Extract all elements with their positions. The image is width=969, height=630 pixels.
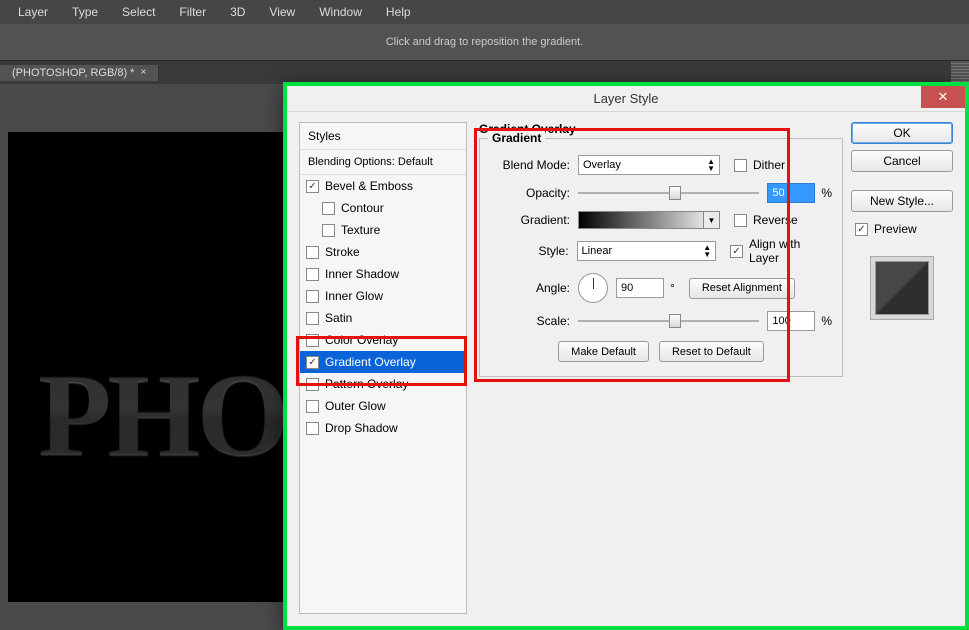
- ok-button[interactable]: OK: [851, 122, 953, 144]
- preview-checkbox[interactable]: [855, 223, 868, 236]
- panel-grip-icon[interactable]: [951, 61, 969, 85]
- style-checkbox[interactable]: [306, 400, 319, 413]
- style-item-satin[interactable]: Satin: [300, 307, 466, 329]
- menu-help[interactable]: Help: [376, 5, 421, 19]
- style-item-inner-shadow[interactable]: Inner Shadow: [300, 263, 466, 285]
- document-tab[interactable]: (PHOTOSHOP, RGB/8) * ×: [0, 65, 159, 81]
- make-default-button[interactable]: Make Default: [558, 341, 649, 362]
- app-menubar: Layer Type Select Filter 3D View Window …: [0, 0, 969, 24]
- scale-input[interactable]: 100: [767, 311, 815, 331]
- style-item-label: Bevel & Emboss: [325, 179, 413, 193]
- dialog-title: Layer Style: [593, 91, 658, 106]
- style-label: Style:: [490, 244, 577, 258]
- reverse-label: Reverse: [753, 213, 798, 227]
- blend-mode-select[interactable]: Overlay▲▼: [578, 155, 720, 175]
- dither-checkbox[interactable]: [734, 159, 747, 172]
- gradient-label: Gradient:: [490, 213, 578, 227]
- style-checkbox[interactable]: [306, 356, 319, 369]
- menu-type[interactable]: Type: [62, 5, 108, 19]
- document-tab-label: (PHOTOSHOP, RGB/8) *: [12, 67, 134, 79]
- style-item-color-overlay[interactable]: Color Overlay: [300, 329, 466, 351]
- style-select[interactable]: Linear▲▼: [577, 241, 717, 261]
- style-checkbox[interactable]: [306, 334, 319, 347]
- gradient-group: Gradient Blend Mode: Overlay▲▼ Dither Op…: [479, 138, 843, 377]
- style-item-outer-glow[interactable]: Outer Glow: [300, 395, 466, 417]
- new-style-button[interactable]: New Style...: [851, 190, 953, 212]
- reverse-checkbox[interactable]: [734, 214, 747, 227]
- dither-label: Dither: [753, 158, 785, 172]
- pct-label: %: [821, 186, 832, 200]
- style-checkbox[interactable]: [306, 268, 319, 281]
- options-hint: Click and drag to reposition the gradien…: [386, 36, 584, 48]
- menu-view[interactable]: View: [259, 5, 305, 19]
- dialog-side-buttons: OK Cancel New Style... Preview: [851, 122, 953, 614]
- blend-mode-label: Blend Mode:: [490, 158, 578, 172]
- blending-options-header[interactable]: Blending Options: Default: [300, 150, 466, 175]
- align-checkbox[interactable]: [730, 245, 743, 258]
- style-item-label: Color Overlay: [325, 333, 398, 347]
- menu-select[interactable]: Select: [112, 5, 165, 19]
- opacity-slider[interactable]: [578, 184, 759, 202]
- style-checkbox[interactable]: [306, 378, 319, 391]
- layer-style-dialog: Layer Style ✕ Styles Blending Options: D…: [283, 82, 969, 630]
- scale-slider[interactable]: [578, 312, 759, 330]
- deg-label: °: [670, 281, 675, 295]
- pct-label-2: %: [821, 314, 832, 328]
- style-item-pattern-overlay[interactable]: Pattern Overlay: [300, 373, 466, 395]
- style-item-label: Stroke: [325, 245, 360, 259]
- gradient-picker[interactable]: ▼: [578, 211, 720, 229]
- settings-panel: Gradient Overlay Gradient Blend Mode: Ov…: [467, 122, 851, 614]
- style-item-label: Texture: [341, 223, 380, 237]
- group-legend: Gradient: [488, 131, 545, 145]
- style-item-label: Gradient Overlay: [325, 355, 416, 369]
- style-checkbox[interactable]: [306, 180, 319, 193]
- document-tabbar: (PHOTOSHOP, RGB/8) * ×: [0, 60, 969, 84]
- options-bar: Click and drag to reposition the gradien…: [0, 24, 969, 60]
- close-icon[interactable]: ×: [140, 67, 146, 78]
- reset-alignment-button[interactable]: Reset Alignment: [689, 278, 795, 299]
- style-checkbox[interactable]: [306, 422, 319, 435]
- menu-layer[interactable]: Layer: [8, 5, 58, 19]
- menu-3d[interactable]: 3D: [220, 5, 255, 19]
- style-item-label: Contour: [341, 201, 384, 215]
- style-item-gradient-overlay[interactable]: Gradient Overlay: [300, 351, 466, 373]
- style-item-texture[interactable]: Texture: [300, 219, 466, 241]
- angle-label: Angle:: [490, 281, 578, 295]
- style-checkbox[interactable]: [322, 224, 335, 237]
- style-item-label: Pattern Overlay: [325, 377, 408, 391]
- style-item-bevel-emboss[interactable]: Bevel & Emboss: [300, 175, 466, 197]
- style-item-stroke[interactable]: Stroke: [300, 241, 466, 263]
- style-item-inner-glow[interactable]: Inner Glow: [300, 285, 466, 307]
- style-item-label: Satin: [325, 311, 352, 325]
- preview-thumbnail: [870, 256, 934, 320]
- style-item-contour[interactable]: Contour: [300, 197, 466, 219]
- style-item-label: Drop Shadow: [325, 421, 398, 435]
- style-item-label: Inner Shadow: [325, 267, 399, 281]
- opacity-label: Opacity:: [490, 186, 578, 200]
- style-checkbox[interactable]: [306, 290, 319, 303]
- dialog-title-bar[interactable]: Layer Style ✕: [287, 86, 965, 112]
- opacity-input[interactable]: 50: [767, 183, 815, 203]
- style-checkbox[interactable]: [306, 312, 319, 325]
- style-checkbox[interactable]: [322, 202, 335, 215]
- cancel-button[interactable]: Cancel: [851, 150, 953, 172]
- reset-default-button[interactable]: Reset to Default: [659, 341, 764, 362]
- style-item-label: Outer Glow: [325, 399, 386, 413]
- preview-label: Preview: [874, 222, 917, 236]
- align-label: Align with Layer: [749, 237, 832, 265]
- angle-dial[interactable]: [578, 273, 608, 303]
- menu-window[interactable]: Window: [309, 5, 372, 19]
- style-checkbox[interactable]: [306, 246, 319, 259]
- dialog-close-button[interactable]: ✕: [921, 86, 965, 108]
- scale-label: Scale:: [490, 314, 578, 328]
- angle-input[interactable]: 90: [616, 278, 664, 298]
- styles-list: Styles Blending Options: Default Bevel &…: [299, 122, 467, 614]
- menu-filter[interactable]: Filter: [169, 5, 216, 19]
- chevron-down-icon[interactable]: ▼: [703, 212, 719, 228]
- style-item-drop-shadow[interactable]: Drop Shadow: [300, 417, 466, 439]
- styles-header[interactable]: Styles: [300, 123, 466, 150]
- canvas-text: PHO: [38, 346, 286, 484]
- style-item-label: Inner Glow: [325, 289, 383, 303]
